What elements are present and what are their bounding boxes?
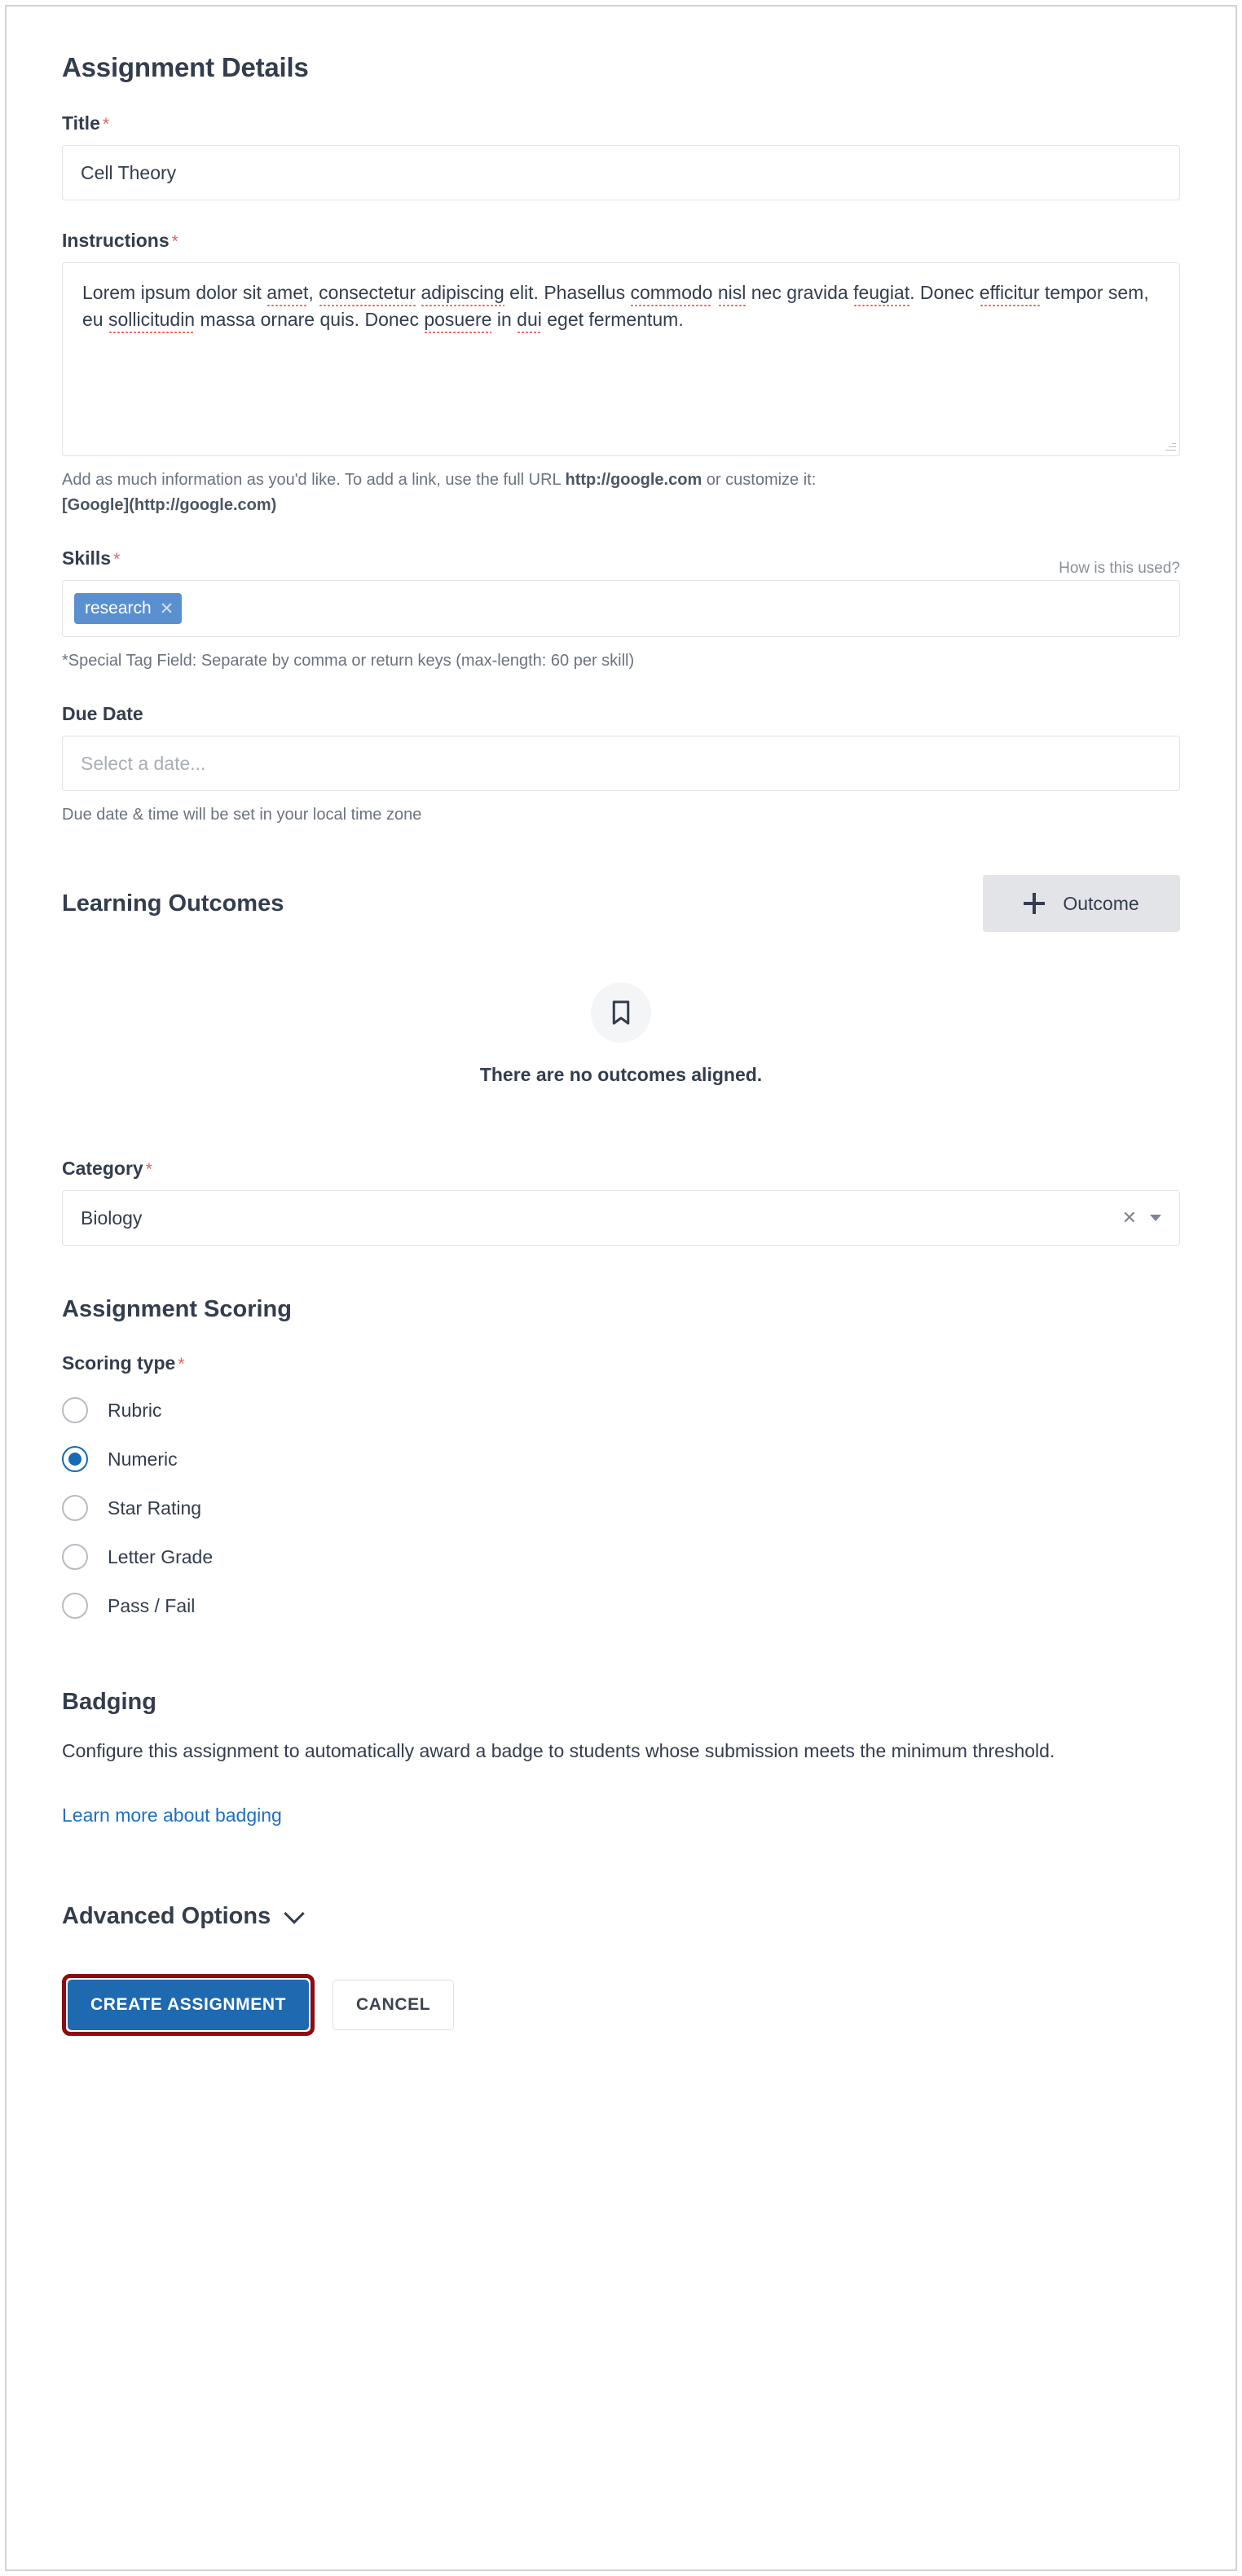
title-field-group: Title * Cell Theory — [62, 112, 1180, 200]
page-title: Assignment Details — [62, 52, 309, 82]
scoring-option-numeric[interactable]: Numeric — [62, 1446, 1180, 1472]
chevron-down-icon — [284, 1903, 305, 1924]
category-selected-value: Biology — [81, 1207, 143, 1229]
required-asterisk: * — [171, 232, 178, 251]
scoring-option-label: Numeric — [108, 1448, 178, 1470]
add-outcome-button[interactable]: Outcome — [983, 875, 1180, 932]
skill-tag-label: research — [85, 599, 152, 618]
advanced-options-toggle[interactable]: Advanced Options — [62, 1903, 1180, 1930]
due-date-placeholder: Select a date... — [81, 752, 206, 774]
remove-skill-icon[interactable]: ✕ — [160, 600, 174, 618]
plus-icon — [1024, 893, 1046, 914]
skills-field-group: Skills * How is this used? research ✕ *Sp… — [62, 547, 1180, 674]
title-input-value: Cell Theory — [81, 161, 177, 183]
bookmark-icon — [591, 982, 651, 1043]
assignment-form-panel: Assignment Details Title * Cell Theory In… — [5, 5, 1237, 2571]
badging-description: Configure this assignment to automatical… — [62, 1740, 1055, 1761]
instructions-help-text: Add as much information as you'd like. T… — [62, 471, 817, 514]
due-date-field-group: Due Date Select a date... Due date & tim… — [62, 703, 1180, 828]
skills-help-text: *Special Tag Field: Separate by comma or… — [62, 652, 635, 670]
scoring-type-label: Scoring type * — [62, 1352, 185, 1374]
radio-icon[interactable] — [62, 1495, 88, 1521]
cancel-button[interactable]: CANCEL — [333, 1980, 455, 2031]
radio-icon[interactable] — [62, 1593, 88, 1619]
scoring-option-star-rating[interactable]: Star Rating — [62, 1495, 1180, 1521]
how-is-this-used-link[interactable]: How is this used? — [1059, 560, 1180, 580]
due-date-label: Due Date — [62, 703, 143, 724]
form-actions: CREATE ASSIGNMENT CANCEL — [62, 1974, 1180, 2037]
create-assignment-highlight: CREATE ASSIGNMENT — [62, 1974, 315, 2037]
due-date-help-text: Due date & time will be set in your loca… — [62, 806, 422, 824]
instructions-label: Instructions * — [62, 230, 178, 251]
scoring-option-label: Star Rating — [108, 1497, 202, 1519]
scoring-type-group: Scoring type * Rubric Numeric Star Rating… — [62, 1352, 1180, 1619]
required-asterisk: * — [145, 1160, 152, 1179]
scoring-option-label: Pass / Fail — [108, 1594, 196, 1616]
required-asterisk: * — [113, 550, 121, 569]
radio-icon[interactable] — [62, 1446, 88, 1472]
clear-category-icon[interactable]: ✕ — [1122, 1207, 1137, 1229]
instructions-help-markdown-example: [Google](http://google.com) — [62, 496, 277, 514]
category-field-group: Category * Biology ✕ — [62, 1158, 1180, 1246]
scoring-option-label: Letter Grade — [108, 1545, 214, 1567]
scoring-option-rubric[interactable]: Rubric — [62, 1397, 1180, 1423]
learning-outcomes-header: Learning Outcomes Outcome — [62, 875, 1180, 932]
scoring-option-label: Rubric — [108, 1399, 162, 1421]
skills-input[interactable]: research ✕ — [62, 580, 1180, 637]
badging-section: Badging Configure this assignment to aut… — [62, 1689, 1180, 1826]
assignment-scoring-title: Assignment Scoring — [62, 1296, 292, 1322]
instructions-textarea-value: Lorem ipsum dolor sit amet, consectetur … — [82, 282, 1149, 330]
create-assignment-button[interactable]: CREATE ASSIGNMENT — [68, 1980, 310, 2031]
learning-outcomes-title: Learning Outcomes — [62, 890, 284, 917]
radio-icon[interactable] — [62, 1397, 88, 1423]
title-input[interactable]: Cell Theory — [62, 145, 1180, 200]
outcomes-empty-state: There are no outcomes aligned. — [62, 932, 1180, 1130]
learn-more-about-badging-link[interactable]: Learn more about badging — [62, 1805, 282, 1826]
scoring-option-pass-fail[interactable]: Pass / Fail — [62, 1593, 1180, 1619]
add-outcome-label: Outcome — [1063, 892, 1139, 914]
badging-title: Badging — [62, 1689, 156, 1715]
due-date-input[interactable]: Select a date... — [62, 736, 1180, 791]
category-label: Category * — [62, 1158, 152, 1179]
chevron-down-icon[interactable] — [1150, 1215, 1161, 1221]
resize-handle[interactable] — [1165, 441, 1176, 452]
skill-tag[interactable]: research ✕ — [74, 593, 183, 624]
instructions-textarea[interactable]: Lorem ipsum dolor sit amet, consectetur … — [62, 262, 1180, 456]
outcomes-empty-message: There are no outcomes aligned. — [479, 1064, 763, 1085]
required-asterisk: * — [178, 1355, 185, 1374]
scoring-option-letter-grade[interactable]: Letter Grade — [62, 1544, 1180, 1570]
category-select[interactable]: Biology ✕ — [62, 1190, 1180, 1246]
instructions-help-url: http://google.com — [565, 471, 702, 489]
radio-icon[interactable] — [62, 1544, 88, 1570]
instructions-field-group: Instructions * Lorem ipsum dolor sit amet… — [62, 230, 1180, 518]
title-label: Title * — [62, 112, 110, 134]
required-asterisk: * — [102, 115, 110, 134]
skills-label: Skills * — [62, 547, 121, 569]
advanced-options-label: Advanced Options — [62, 1903, 271, 1930]
